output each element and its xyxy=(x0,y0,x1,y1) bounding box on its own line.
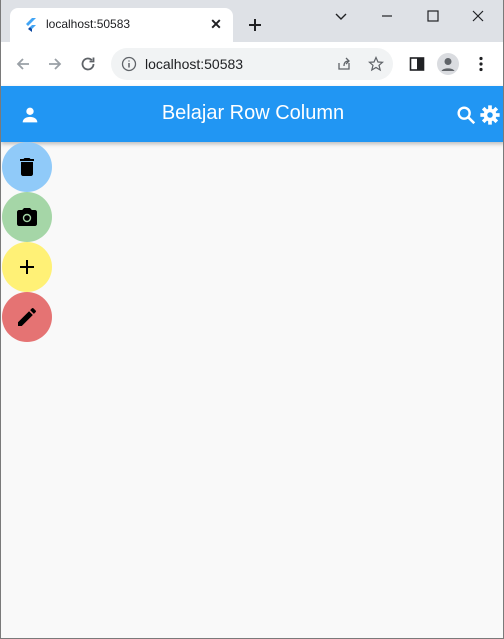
bookmark-star-icon[interactable] xyxy=(368,56,384,72)
minimize-icon[interactable] xyxy=(377,6,397,26)
side-panel-icon[interactable] xyxy=(407,54,427,74)
browser-toolbar: localhost:50583 xyxy=(1,42,503,86)
edit-icon xyxy=(18,307,37,326)
forward-icon[interactable] xyxy=(45,54,65,74)
add-button[interactable] xyxy=(2,242,52,292)
camera-icon xyxy=(17,208,37,226)
tab-title: localhost:50583 xyxy=(46,17,131,31)
reload-icon[interactable] xyxy=(78,54,98,74)
tab-search-chevron-icon[interactable] xyxy=(331,6,351,26)
browser-window: localhost:50583 ✕ localhost:50583 Belaja… xyxy=(0,0,504,639)
new-tab-icon[interactable] xyxy=(245,15,265,35)
add-icon xyxy=(20,260,34,274)
address-bar[interactable]: localhost:50583 xyxy=(111,48,393,80)
info-icon[interactable] xyxy=(121,56,137,72)
tab-strip: localhost:50583 ✕ xyxy=(1,0,503,42)
flutter-icon xyxy=(26,18,36,32)
maximize-icon[interactable] xyxy=(423,6,443,26)
delete-button[interactable] xyxy=(2,142,52,192)
edit-button[interactable] xyxy=(2,292,52,342)
delete-icon xyxy=(20,158,34,176)
back-icon[interactable] xyxy=(13,54,33,74)
search-icon[interactable] xyxy=(455,104,477,126)
more-menu-icon[interactable] xyxy=(471,54,491,74)
profile-avatar[interactable] xyxy=(437,53,459,75)
settings-icon[interactable] xyxy=(479,104,501,126)
share-icon[interactable] xyxy=(336,56,352,72)
url-text[interactable]: localhost:50583 xyxy=(145,56,243,72)
camera-button[interactable] xyxy=(2,192,52,242)
app-bar: Belajar Row Column xyxy=(1,86,503,142)
tab-close-icon[interactable]: ✕ xyxy=(208,16,224,32)
close-window-icon[interactable] xyxy=(468,6,488,26)
profile-icon xyxy=(441,58,455,71)
browser-tab[interactable]: localhost:50583 ✕ xyxy=(10,8,233,42)
app-title: Belajar Row Column xyxy=(161,102,345,124)
